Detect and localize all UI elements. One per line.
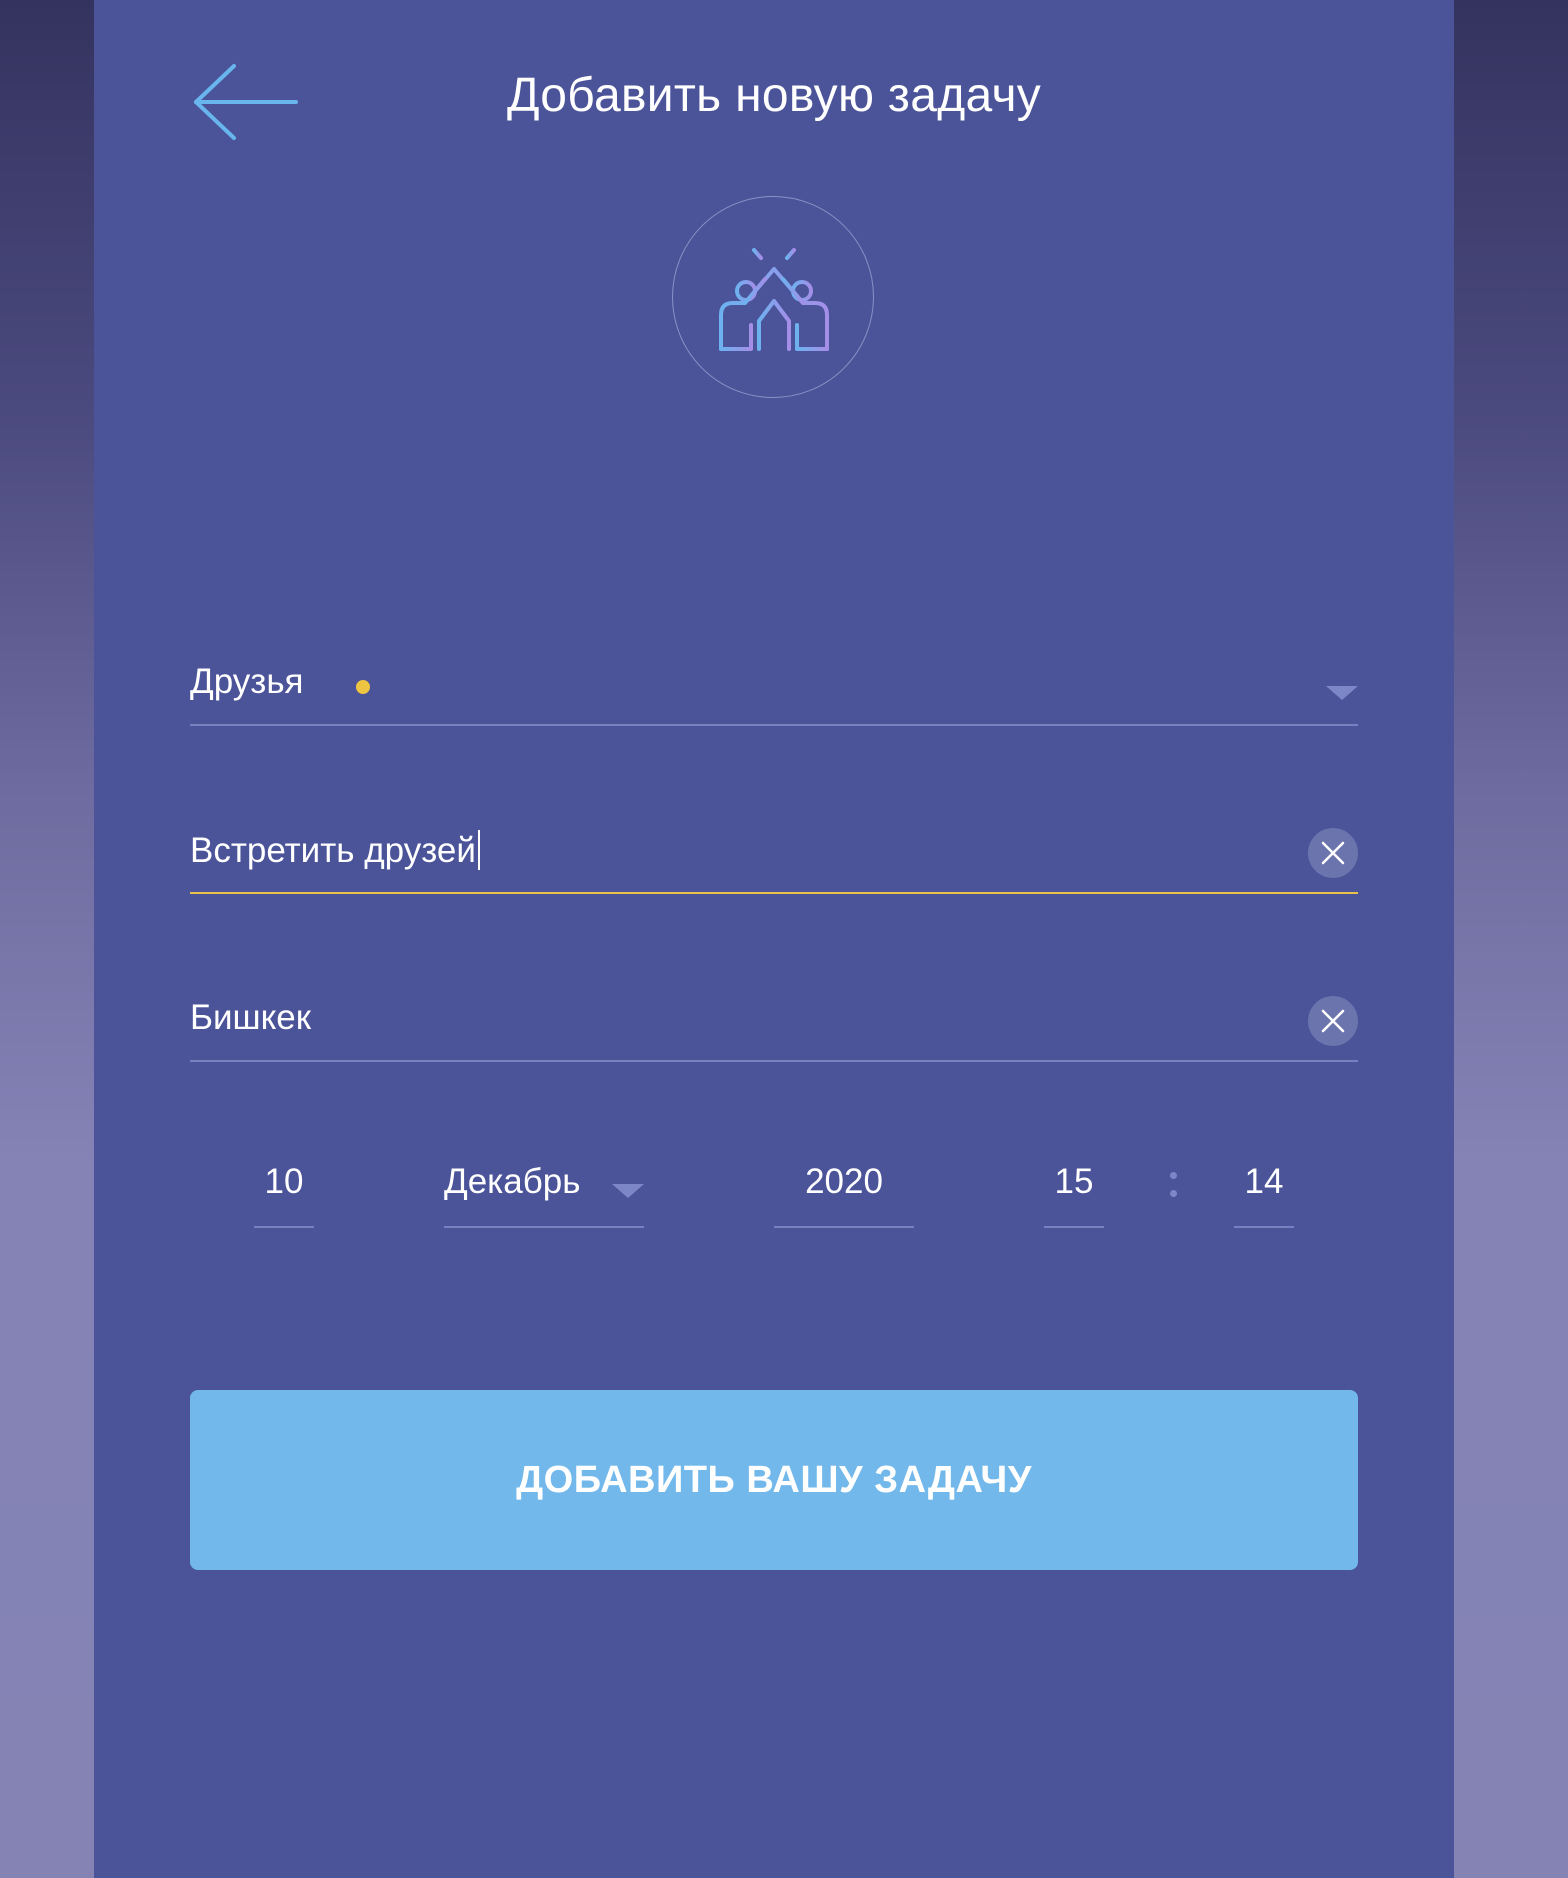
month-select[interactable]: Декабрь	[444, 1148, 644, 1228]
location-input[interactable]: Бишкек	[190, 976, 1358, 1062]
close-icon	[1321, 841, 1345, 865]
minute-field[interactable]: 14	[1234, 1148, 1294, 1228]
task-form-panel: Добавить новую задачу Друзья Встретить д…	[94, 0, 1454, 1878]
high-five-icon	[719, 240, 829, 351]
category-color-dot	[356, 680, 370, 694]
text-cursor	[477, 830, 480, 870]
year-field[interactable]: 2020	[774, 1148, 914, 1228]
day-field[interactable]: 10	[254, 1148, 314, 1228]
time-separator	[1168, 1170, 1178, 1200]
caret-down-icon	[612, 1184, 644, 1198]
day-value: 10	[264, 1162, 304, 1201]
task-name-input[interactable]: Встретить друзей	[190, 808, 1358, 894]
year-value: 2020	[805, 1162, 883, 1201]
category-value: Друзья	[190, 662, 304, 701]
location-value: Бишкек	[190, 998, 312, 1037]
close-icon	[1321, 1009, 1345, 1033]
page-title: Добавить новую задачу	[506, 69, 1042, 122]
task-name-value: Встретить друзей	[190, 831, 476, 870]
clear-task-name-button[interactable]	[1308, 828, 1358, 878]
hour-field[interactable]: 15	[1044, 1148, 1104, 1228]
hour-value: 15	[1054, 1162, 1094, 1201]
clear-location-button[interactable]	[1308, 996, 1358, 1046]
caret-down-icon[interactable]	[1326, 686, 1358, 700]
minute-value: 14	[1244, 1162, 1284, 1201]
category-avatar	[672, 196, 874, 398]
category-select[interactable]: Друзья	[190, 640, 1358, 726]
add-task-button[interactable]: ДОБАВИТЬ ВАШУ ЗАДАЧУ	[190, 1390, 1358, 1570]
